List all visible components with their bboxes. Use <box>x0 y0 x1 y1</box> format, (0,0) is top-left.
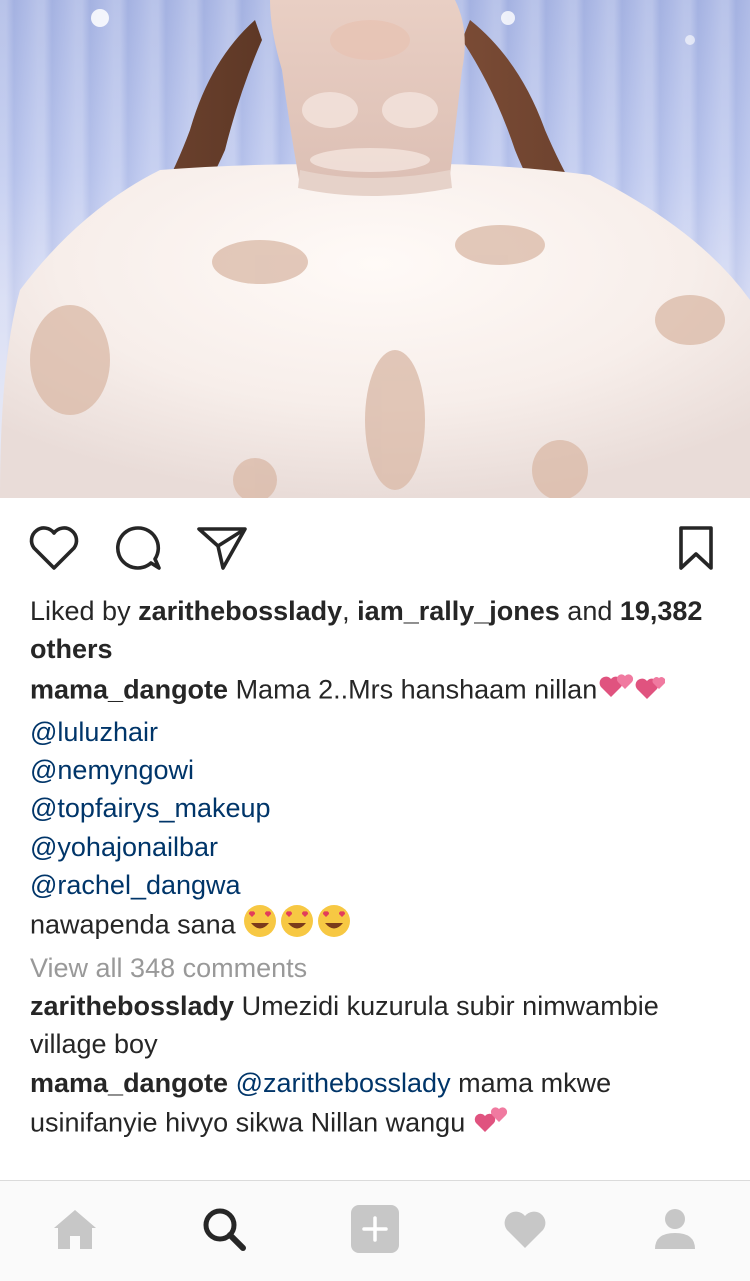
likes-separator: , <box>342 596 358 626</box>
mention-link[interactable]: @zarithebosslady <box>228 1068 451 1098</box>
caption-text: Mama 2..Mrs hanshaam nillan <box>228 673 598 704</box>
caption-username[interactable]: mama_dangote <box>30 674 228 704</box>
mention-link[interactable]: @topfairys_makeup <box>30 793 271 823</box>
nav-home[interactable] <box>45 1203 105 1259</box>
like-button[interactable] <box>26 520 82 576</box>
search-icon <box>201 1206 247 1257</box>
paper-plane-icon <box>196 524 248 572</box>
liker-username[interactable]: zarithebosslady <box>138 596 342 626</box>
nav-add-post[interactable] <box>345 1203 405 1259</box>
bottom-navigation <box>0 1180 750 1281</box>
heart-outline-icon <box>28 524 80 572</box>
comment-bubble-icon <box>113 523 163 573</box>
bookmark-icon <box>676 524 716 572</box>
comment-item: zarithebosslady Umezidi kuzurula subir n… <box>30 987 726 1064</box>
nav-search[interactable] <box>194 1203 254 1259</box>
likes-summary[interactable]: Liked by zarithebosslady, iam_rally_jone… <box>30 592 726 669</box>
profile-icon <box>652 1207 698 1256</box>
likes-and: and <box>559 596 620 626</box>
likes-others[interactable]: others <box>30 634 113 664</box>
likes-prefix: Liked by <box>30 596 139 626</box>
comment-username[interactable]: mama_dangote <box>30 1068 228 1098</box>
mention-link[interactable]: @yohajonailbar <box>30 832 218 862</box>
mention-link[interactable]: @nemyngowi <box>30 755 194 785</box>
comment-item: mama_dangote @zarithebosslady mama mkwe … <box>30 1064 726 1147</box>
home-icon <box>52 1208 98 1255</box>
save-button[interactable] <box>668 520 724 576</box>
liker-username[interactable]: iam_rally_jones <box>357 596 560 626</box>
nav-profile[interactable] <box>645 1203 705 1259</box>
activity-heart-icon <box>502 1208 548 1255</box>
two-hearts-emoji <box>473 1102 509 1146</box>
view-all-comments-link[interactable]: View all 348 comments <box>30 949 726 987</box>
nav-activity[interactable] <box>495 1203 555 1259</box>
comment-button[interactable] <box>110 520 166 576</box>
wedding-dress-photo <box>0 0 750 498</box>
post-caption: mama_dangote Mama 2..Mrs hanshaam nillan… <box>30 669 726 949</box>
share-button[interactable] <box>194 520 250 576</box>
comment-username[interactable]: zarithebosslady <box>30 991 234 1021</box>
caption-closing: nawapenda sana <box>30 909 244 940</box>
post-photo[interactable] <box>0 0 750 498</box>
mention-link[interactable]: @luluzhair <box>30 717 158 747</box>
likes-count[interactable]: 19,382 <box>620 596 703 626</box>
post-action-bar <box>0 498 750 594</box>
two-hearts-emoji <box>597 669 666 713</box>
add-post-icon <box>350 1204 400 1259</box>
mention-link[interactable]: @rachel_dangwa <box>30 870 241 900</box>
post-details: Liked by zarithebosslady, iam_rally_jone… <box>30 592 726 1146</box>
heart-eyes-emoji <box>243 904 351 948</box>
